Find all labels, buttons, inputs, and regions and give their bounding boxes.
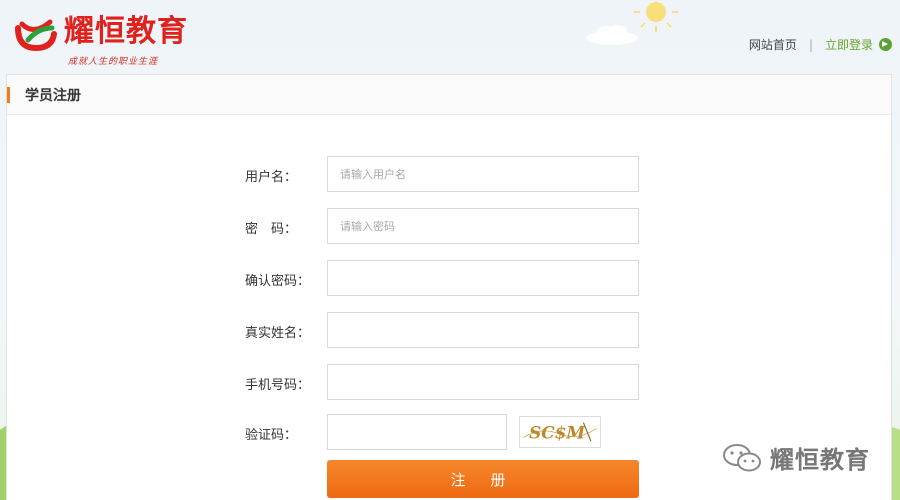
- brand-logo[interactable]: 耀恒教育 成就人生的职业生涯: [10, 12, 210, 68]
- wechat-watermark: 耀恒教育: [722, 440, 870, 475]
- real-name-row: 真实姓名：: [7, 312, 893, 352]
- phone-label: 手机号码：: [245, 378, 311, 393]
- password-label: 密 码：: [245, 222, 298, 237]
- logo-mark-icon: [15, 19, 57, 52]
- registration-panel: 学员注册 用户名： 密 码： 确认密码： 真实姓名： 手机号码： 验证码： SC…: [6, 74, 892, 500]
- phone-row: 手机号码：: [7, 364, 893, 404]
- confirm-password-input[interactable]: [327, 260, 639, 296]
- password-input[interactable]: [327, 208, 639, 244]
- phone-input[interactable]: [327, 364, 639, 400]
- nav-separator: |: [808, 37, 813, 52]
- panel-header: 学员注册: [7, 75, 891, 115]
- panel-accent-bar: [7, 87, 10, 103]
- site-header: 耀恒教育 成就人生的职业生涯 网站首页 | 立即登录: [0, 0, 900, 72]
- username-label: 用户名：: [245, 170, 298, 185]
- captcha-image[interactable]: SC$M: [519, 416, 601, 448]
- captcha-input[interactable]: [327, 414, 507, 450]
- captcha-text: SC$M: [529, 423, 586, 443]
- confirm-password-row: 确认密码：: [7, 260, 893, 300]
- captcha-label: 验证码：: [245, 428, 298, 443]
- username-row: 用户名：: [7, 156, 893, 196]
- brand-slogan: 成就人生的职业生涯: [68, 57, 159, 67]
- arrow-right-icon[interactable]: [879, 38, 892, 51]
- real-name-label: 真实姓名：: [245, 326, 311, 341]
- register-button[interactable]: 注 册: [327, 460, 639, 498]
- real-name-input[interactable]: [327, 312, 639, 348]
- top-nav: 网站首页 | 立即登录: [749, 36, 892, 53]
- login-link[interactable]: 立即登录: [825, 36, 873, 53]
- watermark-text: 耀恒教育: [770, 446, 870, 474]
- username-input[interactable]: [327, 156, 639, 192]
- panel-title: 学员注册: [25, 87, 81, 104]
- wechat-icon: [723, 443, 761, 471]
- brand-name: 耀恒教育: [64, 14, 188, 49]
- confirm-password-label: 确认密码：: [245, 274, 311, 289]
- password-row: 密 码：: [7, 208, 893, 248]
- home-link[interactable]: 网站首页: [749, 36, 797, 53]
